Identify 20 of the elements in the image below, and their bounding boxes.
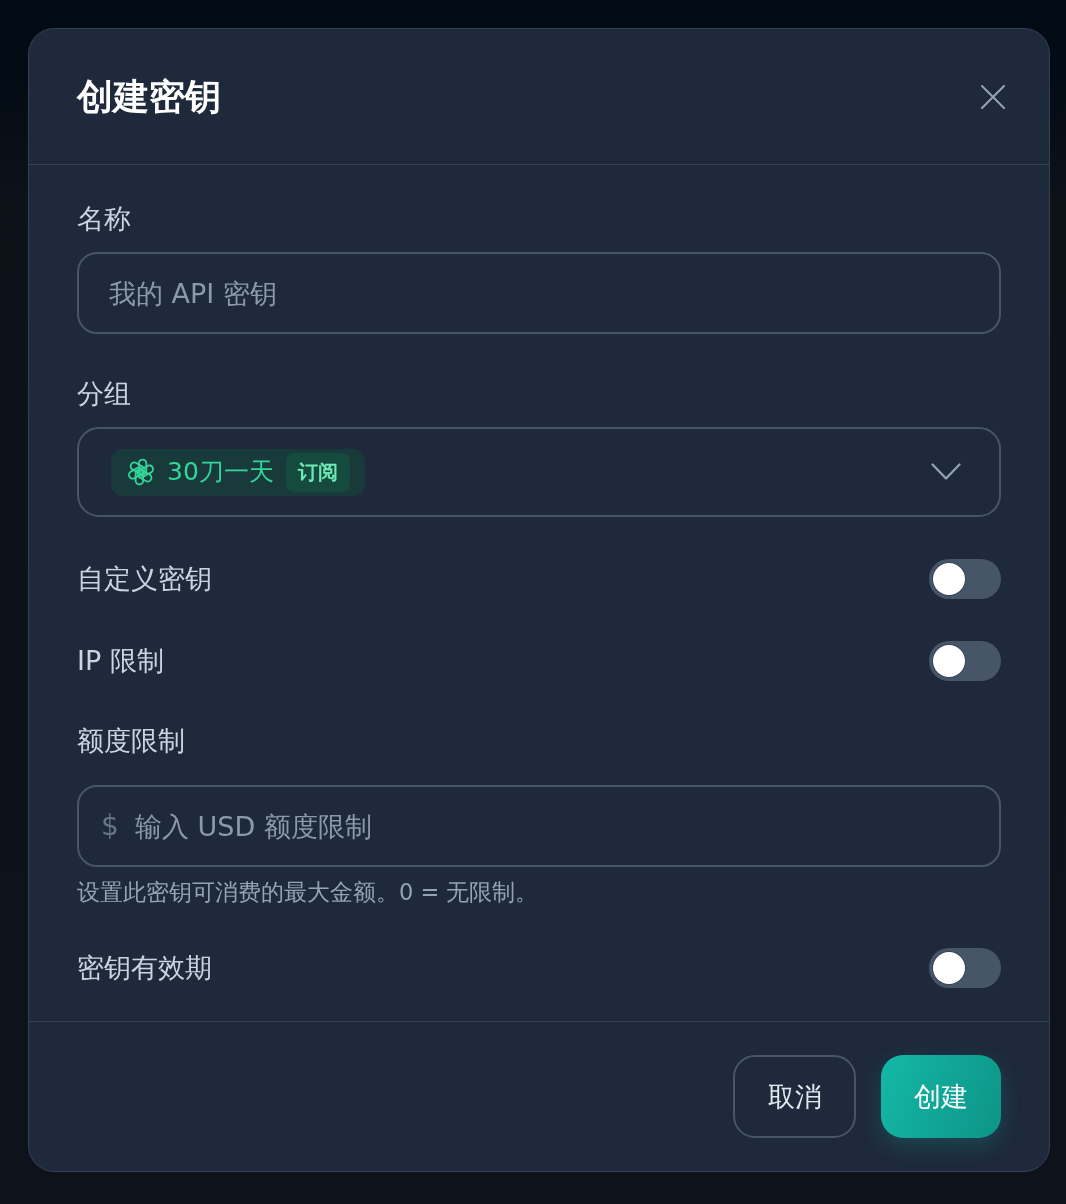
group-select[interactable]: 30刀一天 订阅 <box>77 427 1001 517</box>
toggle-label: 密钥有效期 <box>77 951 212 985</box>
toggle-switch[interactable] <box>929 559 1001 599</box>
text-input[interactable]: 我的 API 密钥 <box>77 252 1001 334</box>
toggle-switch[interactable] <box>929 641 1001 681</box>
field-label: 分组 <box>77 377 131 411</box>
dialog-title: 创建密钥 <box>77 74 221 119</box>
subscription-badge: 订阅 <box>285 452 350 492</box>
knot-icon <box>127 458 155 486</box>
group-name: 30刀一天 <box>167 457 274 487</box>
currency-prefix: $ <box>101 810 119 842</box>
field-label: 名称 <box>77 202 131 236</box>
chevron-down-icon <box>931 463 961 481</box>
toggle-label: 自定义密钥 <box>77 562 212 596</box>
help-text: 设置此密钥可消费的最大金额。0 = 无限制。 <box>77 878 539 906</box>
toggle-label: IP 限制 <box>77 644 164 678</box>
toggle-switch[interactable] <box>929 948 1001 988</box>
field-label: 额度限制 <box>77 724 185 758</box>
cancel-button[interactable]: 取消 <box>733 1055 856 1138</box>
close-icon <box>981 84 1005 109</box>
